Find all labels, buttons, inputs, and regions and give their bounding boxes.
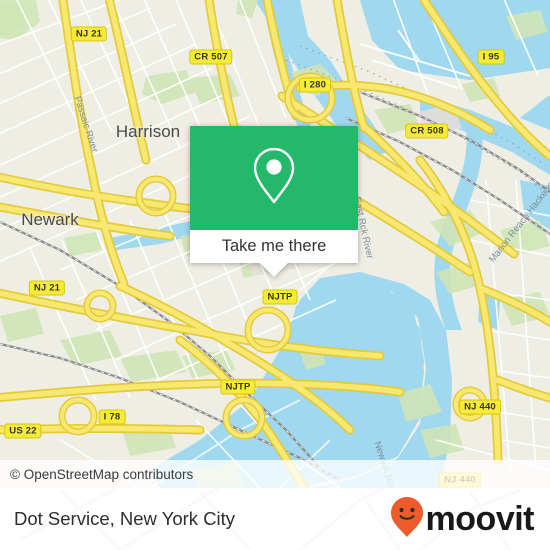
road-shield: I 95 [477,49,505,65]
moovit-brand[interactable]: moovit [390,496,535,543]
road-shield: NJTP [220,379,256,395]
road-shield: I 78 [98,409,126,425]
road-shield: NJ 440 [459,399,501,415]
road-shield: NJ 21 [28,280,66,296]
road-shield: I 280 [298,77,332,93]
place-label-harrison: Harrison [115,122,181,141]
moovit-pin-smile-icon [390,496,424,543]
map-callout-card[interactable]: Take me there [190,126,358,277]
callout-tail [260,263,288,277]
attribution-text: © OpenStreetMap contributors [10,466,194,482]
road-shield: NJ 21 [70,26,108,42]
callout-action-label: Take me there [221,237,327,255]
road-shield: NJTP [262,289,298,305]
callout-action-button[interactable]: Take me there [190,230,358,263]
screenshot-root: NJ 21 CR 507 I 280 I 95 CR 508 NJ 21 NJT… [0,0,550,550]
page-footer: Dot Service, New York City moovit [0,488,550,550]
callout-header [190,126,358,230]
map-attribution[interactable]: © OpenStreetMap contributors [0,460,550,488]
moovit-wordmark: moovit [425,500,535,538]
road-shield: CR 508 [405,123,449,139]
road-shield: US 22 [4,423,42,439]
road-shield: CR 507 [189,49,233,65]
place-label-newark: Newark [21,210,79,229]
footer-title: Dot Service, New York City [14,508,236,529]
map-pin-icon [251,145,297,212]
